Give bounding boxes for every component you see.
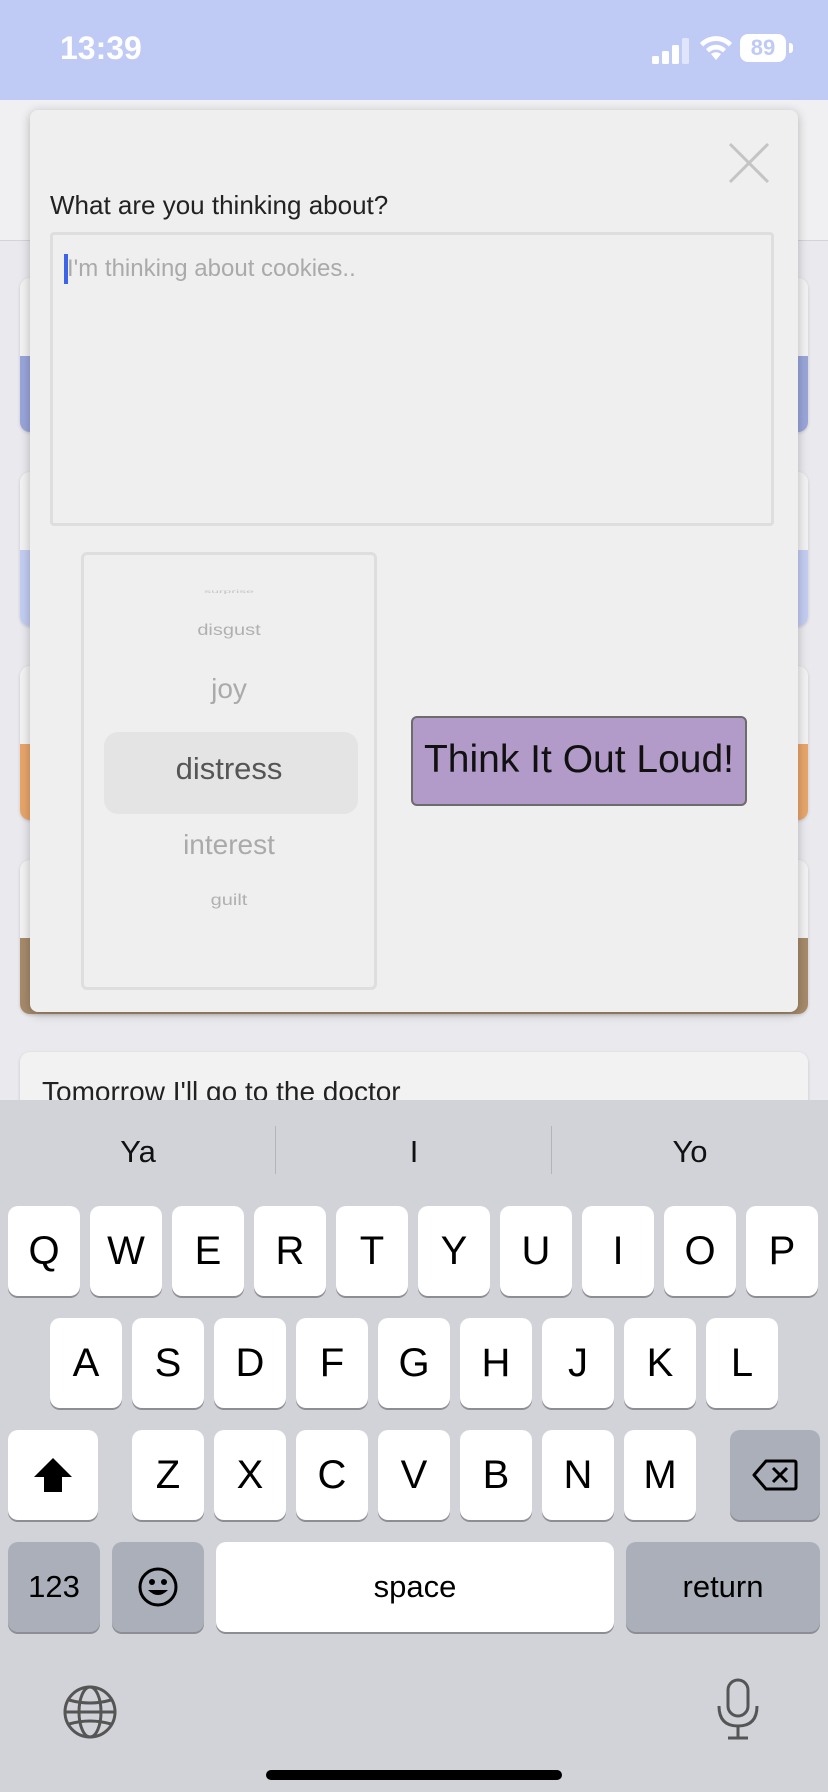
key-n[interactable]: N [542,1430,614,1520]
key-p[interactable]: P [746,1206,818,1296]
shift-key[interactable] [8,1430,98,1520]
delete-key[interactable] [730,1430,820,1520]
key-m[interactable]: M [624,1430,696,1520]
key-b[interactable]: B [460,1430,532,1520]
key-s[interactable]: S [132,1318,204,1408]
keyboard: Ya I Yo Q W E R T Y U I O P A S D F G H … [0,1100,828,1792]
key-k[interactable]: K [624,1318,696,1408]
emotion-option[interactable]: joy [84,673,374,705]
key-a[interactable]: A [50,1318,122,1408]
key-o[interactable]: O [664,1206,736,1296]
key-l[interactable]: L [706,1318,778,1408]
suggestion-1[interactable]: Ya [0,1134,276,1170]
key-w[interactable]: W [90,1206,162,1296]
home-indicator [266,1770,562,1780]
emotion-picker[interactable]: surprise disgust joy distress interest g… [81,552,377,990]
status-time: 13:39 [60,30,142,66]
emotion-option[interactable]: guilt [84,891,374,909]
key-q[interactable]: Q [8,1206,80,1296]
key-r[interactable]: R [254,1206,326,1296]
status-bar: 13:39 89 [0,0,828,100]
key-e[interactable]: E [172,1206,244,1296]
backspace-icon [752,1459,798,1491]
key-t[interactable]: T [336,1206,408,1296]
emotion-option[interactable]: disgust [84,621,374,639]
emoji-key[interactable] [112,1542,204,1632]
signal-icon [652,38,689,64]
globe-icon[interactable] [62,1684,118,1740]
key-f[interactable]: F [296,1318,368,1408]
space-key[interactable]: space [216,1542,614,1632]
key-h[interactable]: H [460,1318,532,1408]
microphone-icon[interactable] [714,1678,762,1742]
key-u[interactable]: U [500,1206,572,1296]
key-v[interactable]: V [378,1430,450,1520]
emoji-icon [138,1567,178,1607]
key-c[interactable]: C [296,1430,368,1520]
numbers-key[interactable]: 123 [8,1542,100,1632]
emotion-option-selected[interactable]: distress [84,751,374,787]
key-i[interactable]: I [582,1206,654,1296]
text-caret [64,254,68,284]
key-z[interactable]: Z [132,1430,204,1520]
battery-tip [789,43,793,53]
key-d[interactable]: D [214,1318,286,1408]
suggestion-3[interactable]: Yo [552,1134,828,1170]
prompt-label: What are you thinking about? [50,190,389,220]
emotion-option[interactable]: surprise [84,588,374,594]
key-j[interactable]: J [542,1318,614,1408]
key-g[interactable]: G [378,1318,450,1408]
thought-input[interactable] [50,232,774,526]
new-thought-modal: What are you thinking about? surprise di… [30,110,798,1012]
shift-icon [34,1458,72,1492]
think-out-loud-button[interactable]: Think It Out Loud! [411,716,747,806]
return-key[interactable]: return [626,1542,820,1632]
key-x[interactable]: X [214,1430,286,1520]
close-icon[interactable] [724,138,774,188]
suggestion-2[interactable]: I [276,1134,552,1170]
emotion-option[interactable]: interest [84,829,374,861]
battery-icon: 89 [740,34,786,62]
key-y[interactable]: Y [418,1206,490,1296]
wifi-icon [700,36,732,60]
